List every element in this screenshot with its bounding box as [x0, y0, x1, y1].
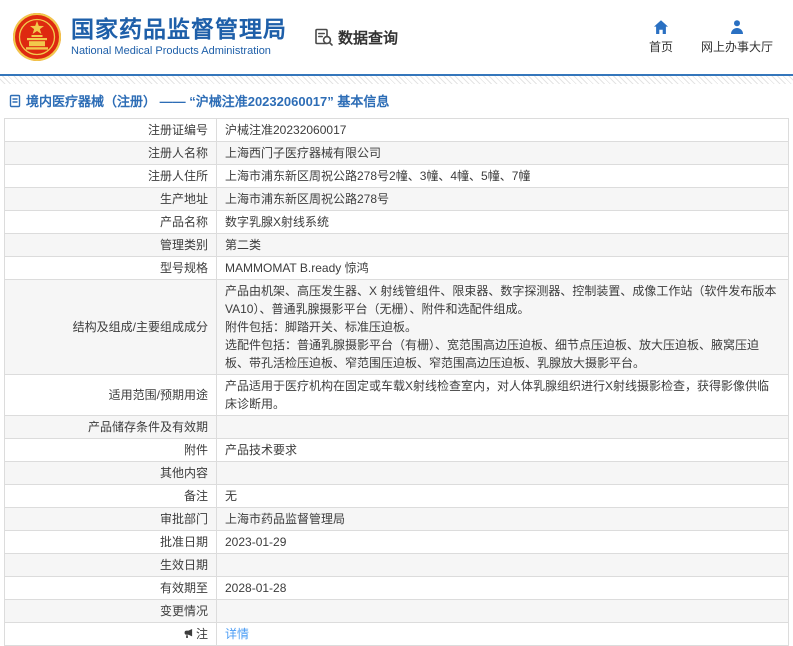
nav-home-label: 首页: [648, 40, 673, 54]
row-label: 注册人名称: [4, 141, 217, 165]
table-row: 附件 产品技术要求: [4, 438, 789, 462]
row-label: 型号规格: [4, 256, 217, 280]
row-value: 无: [216, 484, 789, 508]
row-label: 备注: [4, 484, 217, 508]
row-value: 2028-01-28: [216, 576, 789, 600]
hatch-strip: [0, 76, 793, 84]
row-label: 注: [4, 622, 217, 646]
row-label: 其他内容: [4, 461, 217, 485]
agency-logo-group: 国家药品监督管理局 National Medical Products Admi…: [12, 12, 287, 62]
table-row: 注册人住所 上海市浦东新区周祝公路278号2幢、3幢、4幢、5幢、7幢: [4, 164, 789, 188]
table-row: 生产地址 上海市浦东新区周祝公路278号: [4, 187, 789, 211]
row-label: 变更情况: [4, 599, 217, 623]
table-row: 管理类别 第二类: [4, 233, 789, 257]
row-value: 详情: [216, 622, 789, 646]
row-label: 结构及组成/主要组成成分: [4, 279, 217, 375]
row-label: 有效期至: [4, 576, 217, 600]
site-header: 国家药品监督管理局 National Medical Products Admi…: [0, 0, 793, 74]
table-row: 其他内容: [4, 461, 789, 485]
row-value: 产品由机架、高压发生器、X 射线管组件、限束器、数字探测器、控制装置、成像工作站…: [216, 279, 789, 375]
agency-name-cn: 国家药品监督管理局: [71, 16, 287, 42]
row-value: [216, 415, 789, 439]
row-value: 产品适用于医疗机构在固定或车载X射线检查室内，对人体乳腺组织进行X射线摄影检查，…: [216, 374, 789, 416]
row-value: 沪械注准20232060017: [216, 118, 789, 142]
info-table-body: 注册证编号 沪械注准20232060017 注册人名称 上海西门子医疗器械有限公司 注册…: [4, 118, 789, 646]
data-query-link[interactable]: 数据查询: [313, 27, 398, 48]
breadcrumb: 境内医疗器械（注册） —— “沪械注准20232060017” 基本信息: [0, 84, 793, 115]
table-row: 注册证编号 沪械注准20232060017: [4, 118, 789, 142]
row-value: 上海西门子医疗器械有限公司: [216, 141, 789, 165]
top-nav: 首页 网上办事大厅: [649, 19, 773, 55]
breadcrumb-text: 境内医疗器械（注册） —— “沪械注准20232060017” 基本信息: [26, 94, 390, 109]
row-value: 上海市浦东新区周祝公路278号: [216, 187, 789, 211]
row-label: 审批部门: [4, 507, 217, 531]
info-table: 注册证编号 沪械注准20232060017 注册人名称 上海西门子医疗器械有限公司 注册…: [4, 118, 789, 646]
row-label: 产品名称: [4, 210, 217, 234]
nav-home[interactable]: 首页: [649, 19, 673, 55]
megaphone-icon: [183, 628, 194, 639]
row-label: 管理类别: [4, 233, 217, 257]
china-national-emblem-icon: [12, 12, 62, 62]
table-row: 产品名称 数字乳腺X射线系统: [4, 210, 789, 234]
row-value: [216, 553, 789, 577]
table-row: 有效期至 2028-01-28: [4, 576, 789, 600]
row-label: 注册人住所: [4, 164, 217, 188]
document-search-icon: [313, 27, 334, 48]
row-value: 上海市药品监督管理局: [216, 507, 789, 531]
table-row: 结构及组成/主要组成成分 产品由机架、高压发生器、X 射线管组件、限束器、数字探测…: [4, 279, 789, 375]
nav-online-service-hall-label: 网上办事大厅: [700, 40, 773, 54]
table-row: 变更情况: [4, 599, 789, 623]
row-label: 注册证编号: [4, 118, 217, 142]
row-value: 上海市浦东新区周祝公路278号2幢、3幢、4幢、5幢、7幢: [216, 164, 789, 188]
detail-link[interactable]: 详情: [225, 627, 249, 641]
table-row: 注详情: [4, 622, 789, 646]
row-value: 产品技术要求: [216, 438, 789, 462]
page: 国家药品监督管理局 National Medical Products Admi…: [0, 0, 793, 646]
data-query-label: 数据查询: [338, 29, 399, 47]
row-label: 生效日期: [4, 553, 217, 577]
table-row: 审批部门 上海市药品监督管理局: [4, 507, 789, 531]
row-label: 适用范围/预期用途: [4, 374, 217, 416]
row-value: 2023-01-29: [216, 530, 789, 554]
table-row: 产品储存条件及有效期: [4, 415, 789, 439]
agency-names: 国家药品监督管理局 National Medical Products Admi…: [71, 16, 287, 58]
nav-online-service-hall[interactable]: 网上办事大厅: [701, 19, 773, 55]
row-value: 第二类: [216, 233, 789, 257]
row-value: 数字乳腺X射线系统: [216, 210, 789, 234]
row-value: MAMMOMAT B.ready 惊鸿: [216, 256, 789, 280]
table-row: 批准日期 2023-01-29: [4, 530, 789, 554]
table-row: 适用范围/预期用途 产品适用于医疗机构在固定或车载X射线检查室内，对人体乳腺组织进…: [4, 374, 789, 416]
table-row: 注册人名称 上海西门子医疗器械有限公司: [4, 141, 789, 165]
row-value: [216, 461, 789, 485]
row-label: 批准日期: [4, 530, 217, 554]
document-icon: [8, 94, 22, 108]
row-value: [216, 599, 789, 623]
row-label: 产品储存条件及有效期: [4, 415, 217, 439]
row-label: 生产地址: [4, 187, 217, 211]
table-row: 型号规格 MAMMOMAT B.ready 惊鸿: [4, 256, 789, 280]
user-icon: [729, 19, 745, 35]
agency-name-en: National Medical Products Administration: [71, 45, 271, 57]
table-row: 生效日期: [4, 553, 789, 577]
table-row: 备注无: [4, 484, 789, 508]
home-icon: [653, 19, 669, 35]
row-label: 附件: [4, 438, 217, 462]
